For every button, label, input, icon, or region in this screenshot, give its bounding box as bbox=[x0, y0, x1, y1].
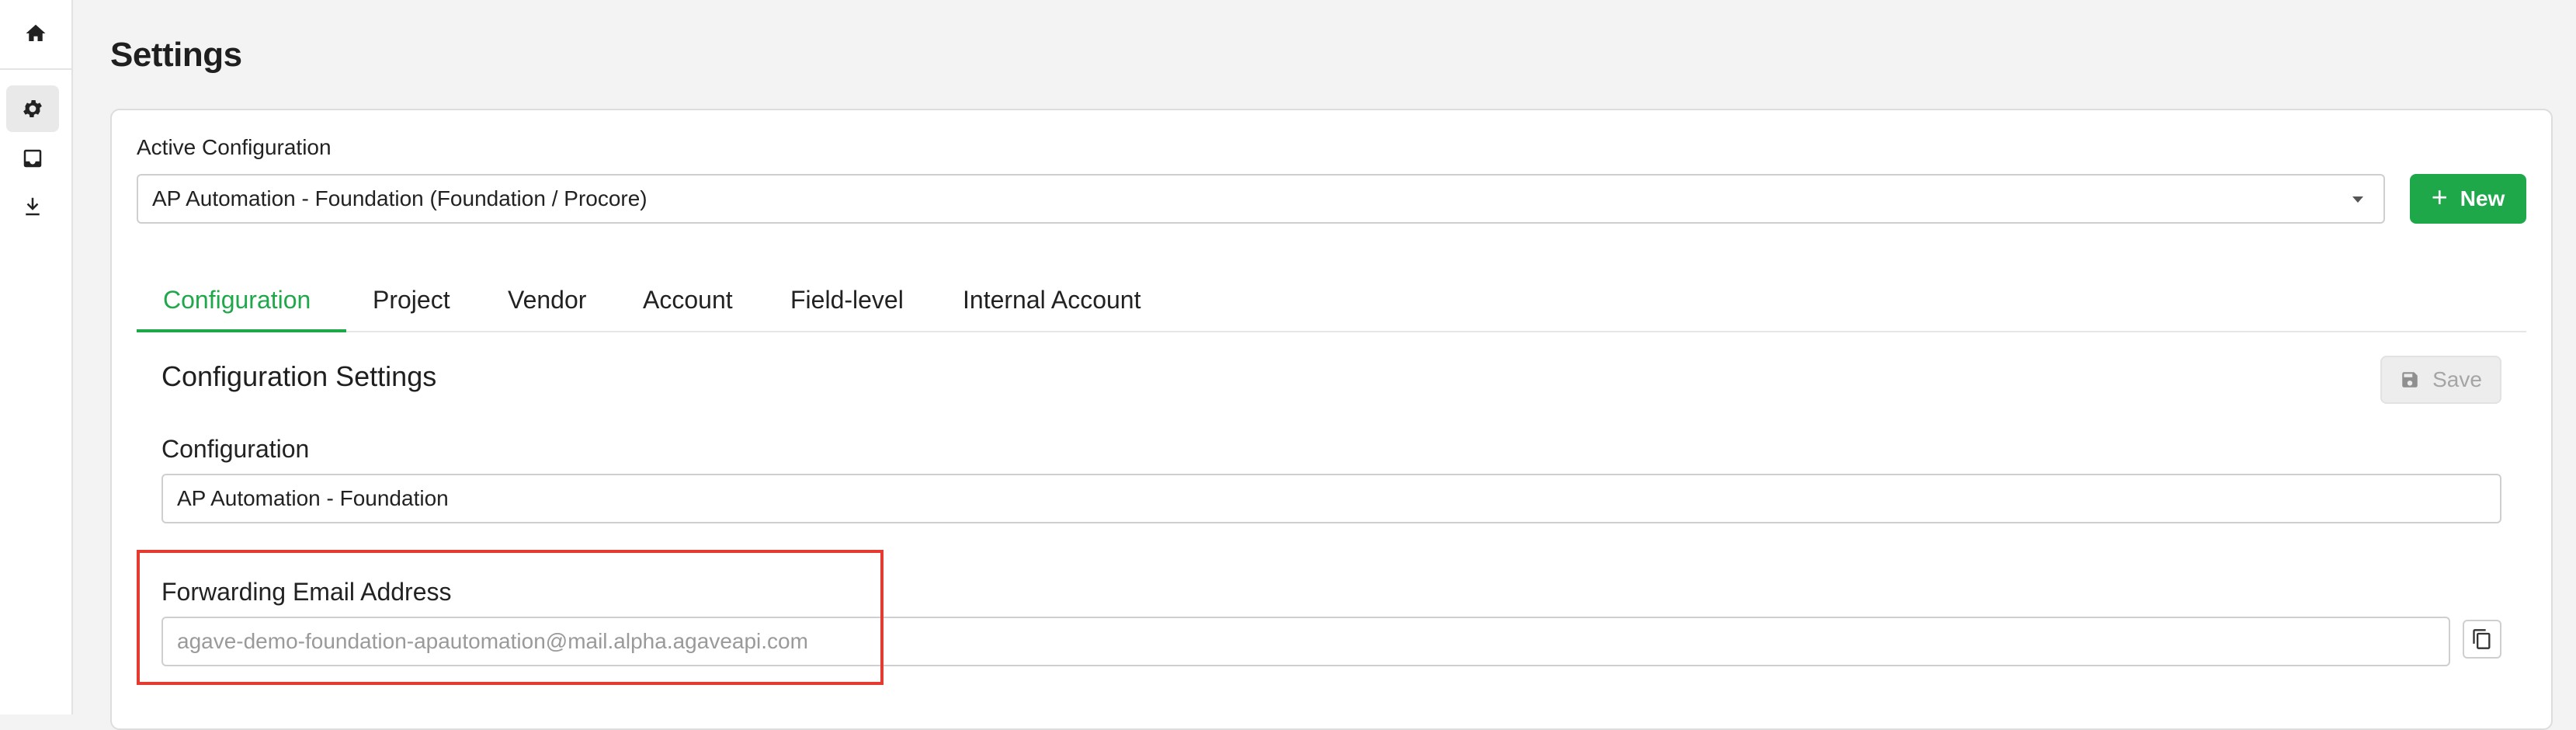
gear-icon bbox=[23, 100, 42, 117]
tab-bar: Configuration Project Vendor Account Fie… bbox=[137, 284, 2526, 332]
download-nav-button[interactable] bbox=[6, 183, 59, 230]
plus-icon: + bbox=[2431, 181, 2448, 213]
new-configuration-button[interactable]: + New bbox=[2410, 174, 2526, 224]
save-button-label: Save bbox=[2432, 367, 2482, 391]
inbox-icon bbox=[23, 149, 42, 168]
caret-down-icon bbox=[2352, 196, 2363, 203]
new-button-label: New bbox=[2460, 186, 2505, 210]
inbox-nav-button[interactable] bbox=[6, 135, 59, 182]
active-configuration-select[interactable]: AP Automation - Foundation (Foundation /… bbox=[137, 174, 2385, 224]
settings-nav-button[interactable] bbox=[6, 85, 59, 132]
copy-icon bbox=[2473, 629, 2491, 649]
tab-account[interactable]: Account bbox=[643, 284, 733, 331]
tab-configuration[interactable]: Configuration bbox=[163, 284, 311, 331]
section-title: Configuration Settings bbox=[161, 360, 437, 392]
tab-project[interactable]: Project bbox=[373, 284, 450, 331]
active-configuration-value: AP Automation - Foundation (Foundation /… bbox=[152, 186, 647, 210]
active-configuration-label: Active Configuration bbox=[137, 135, 332, 159]
sidebar bbox=[0, 0, 73, 714]
configuration-field-label: Configuration bbox=[161, 435, 310, 463]
tab-vendor[interactable]: Vendor bbox=[508, 284, 586, 331]
save-button[interactable]: Save bbox=[2380, 356, 2501, 404]
configuration-name-value: AP Automation - Foundation bbox=[177, 486, 449, 510]
highlight-box bbox=[137, 550, 884, 685]
floppy-disk-icon bbox=[2402, 372, 2418, 388]
home-nav-button[interactable] bbox=[0, 0, 71, 67]
configuration-name-input[interactable]: AP Automation - Foundation bbox=[161, 474, 2501, 523]
tab-field-level[interactable]: Field-level bbox=[790, 284, 904, 331]
tab-internal-account[interactable]: Internal Account bbox=[963, 284, 1140, 331]
active-tab-indicator bbox=[137, 329, 346, 332]
sidebar-divider bbox=[0, 68, 71, 70]
home-icon bbox=[26, 24, 46, 41]
page-title: Settings bbox=[110, 36, 242, 74]
copy-email-button[interactable] bbox=[2463, 620, 2501, 659]
download-icon bbox=[26, 197, 40, 216]
